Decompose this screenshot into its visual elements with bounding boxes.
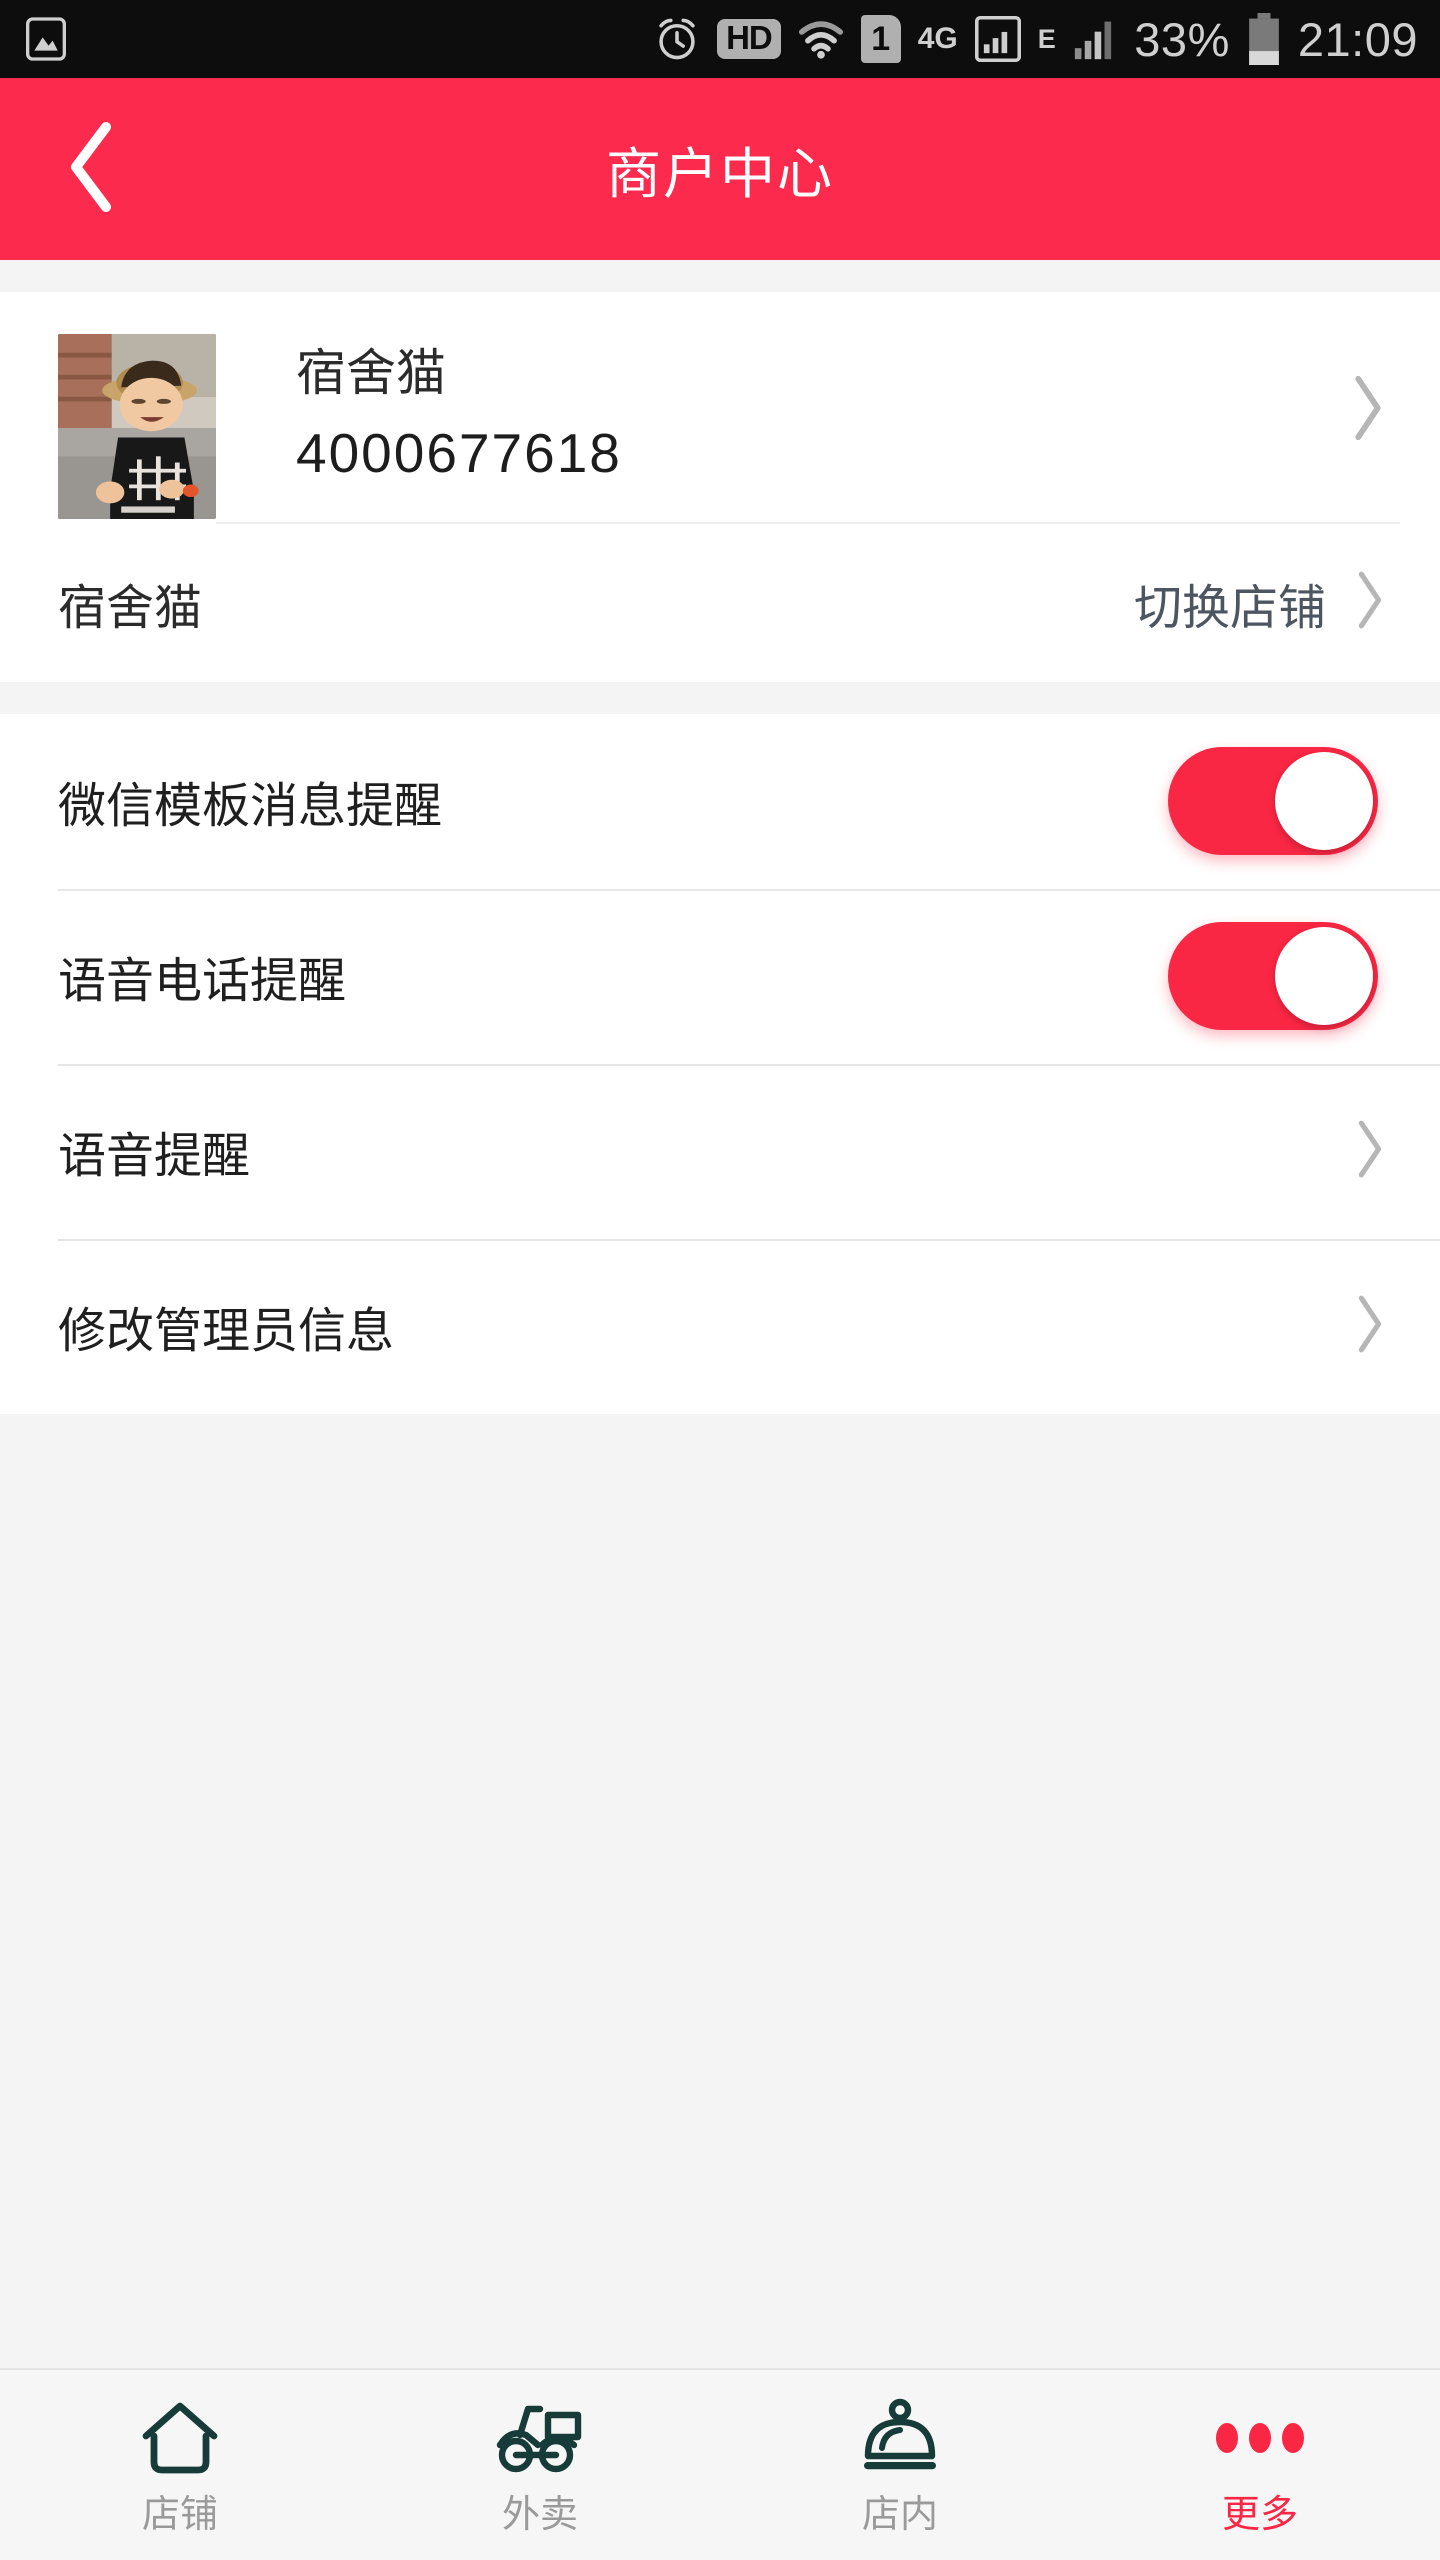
tab-in-store[interactable]: 店内	[720, 2370, 1080, 2560]
scooter-delivery-icon	[494, 2396, 586, 2480]
app-root: HD 1 4G E 33% 21:09 商户中心 宿舍猫 4000677618 …	[0, 0, 1440, 2560]
tab-delivery[interactable]: 外卖	[360, 2370, 720, 2560]
signal-bars-icon-2	[1073, 17, 1117, 61]
toggle-knob	[1275, 752, 1373, 851]
switch-store-label: 切换店铺	[1133, 581, 1326, 635]
chevron-left-icon	[60, 119, 124, 220]
settings-row-voice-call-alert[interactable]: 语音电话提醒	[0, 888, 1440, 1064]
settings-row-edit-admin-info[interactable]: 修改管理员信息	[0, 1238, 1440, 1414]
section-gap-middle	[0, 681, 1440, 714]
profile-name: 宿舍猫	[296, 345, 446, 401]
settings-label: 修改管理员信息	[58, 1305, 395, 1359]
dot-1	[1216, 2423, 1238, 2453]
tab-label: 店铺	[141, 2494, 218, 2536]
toggle-knob	[1275, 927, 1373, 1026]
settings-card: 微信模板消息提醒 语音电话提醒 语音提醒 修改管理员信息	[0, 713, 1440, 1414]
battery-percent-label: 33%	[1134, 12, 1230, 66]
status-bar: HD 1 4G E 33% 21:09	[0, 0, 1440, 78]
dot-2	[1249, 2423, 1271, 2453]
app-header: 商户中心	[0, 78, 1440, 260]
more-dots-icon	[1216, 2396, 1304, 2480]
store-switch-row[interactable]: 宿舍猫 切换店铺	[0, 524, 1440, 682]
wechat-template-alert-toggle[interactable]	[1168, 747, 1378, 856]
settings-row-wechat-template-alert[interactable]: 微信模板消息提醒	[0, 714, 1440, 889]
edge-network-label: E	[1037, 23, 1057, 54]
tab-more[interactable]: 更多	[1080, 2370, 1440, 2560]
tab-label: 店内	[861, 2494, 938, 2536]
sim-card-badge: 1	[860, 15, 901, 63]
wifi-icon	[798, 18, 844, 60]
profile-account-id: 4000677618	[296, 421, 622, 484]
home-icon	[138, 2396, 222, 2480]
settings-row-voice-alert[interactable]: 语音提醒	[0, 1063, 1440, 1239]
tab-label: 外卖	[501, 2494, 578, 2536]
page-content: 宿舍猫 4000677618 宿舍猫 切换店铺 微信模板消息提醒 语音电话提醒 …	[0, 260, 1440, 2368]
bottom-tab-bar: 店铺 外卖 店内 更多	[0, 2368, 1440, 2560]
clock-label: 21:09	[1297, 12, 1418, 66]
page-title: 商户中心	[605, 143, 834, 205]
chevron-right-icon	[1352, 1118, 1388, 1185]
profile-row[interactable]: 宿舍猫 4000677618	[0, 292, 1440, 524]
account-card: 宿舍猫 4000677618 宿舍猫 切换店铺	[0, 292, 1440, 682]
status-bar-left	[26, 17, 66, 61]
battery-icon	[1247, 13, 1281, 65]
signal-bars-icon-1	[974, 16, 1021, 62]
dot-3	[1282, 2423, 1304, 2453]
status-bar-right: HD 1 4G E 33% 21:09	[654, 13, 1418, 65]
settings-label: 语音提醒	[58, 1130, 251, 1184]
hd-badge: HD	[717, 18, 781, 60]
tab-store[interactable]: 店铺	[0, 2370, 360, 2560]
network-type-label: 4G	[917, 22, 958, 55]
alarm-clock-icon	[654, 16, 700, 62]
user-avatar-photo	[58, 334, 216, 519]
store-name: 宿舍猫	[58, 581, 203, 635]
chevron-right-icon	[1348, 373, 1388, 443]
section-gap-top	[0, 260, 1440, 292]
back-button[interactable]	[44, 121, 140, 217]
voice-call-alert-toggle[interactable]	[1168, 922, 1378, 1031]
image-icon	[26, 17, 66, 61]
settings-label: 语音电话提醒	[58, 955, 347, 1009]
settings-label: 微信模板消息提醒	[58, 780, 443, 834]
chevron-right-icon	[1352, 1293, 1388, 1360]
chevron-right-icon	[1352, 569, 1388, 636]
profile-text-block: 宿舍猫 4000677618	[216, 334, 1400, 524]
food-cloche-icon	[858, 2396, 942, 2480]
tab-label: 更多	[1221, 2494, 1298, 2536]
avatar	[58, 334, 216, 519]
